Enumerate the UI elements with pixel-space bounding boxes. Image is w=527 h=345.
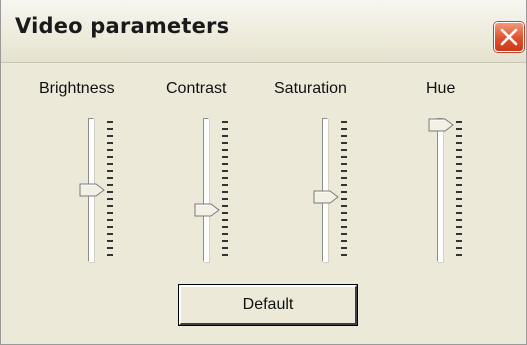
slider-thumb[interactable] (428, 118, 454, 132)
brightness-slider[interactable] (77, 116, 125, 264)
contrast-label: Contrast (166, 80, 227, 97)
hue-label: Hue (426, 80, 456, 97)
contrast-slider[interactable] (192, 116, 240, 264)
brightness-label: Brightness (39, 80, 115, 97)
default-button[interactable]: Default (179, 285, 357, 325)
close-button[interactable] (494, 22, 524, 52)
slider-track[interactable] (437, 118, 443, 262)
hue-slider[interactable] (426, 116, 474, 264)
slider-ticks (222, 121, 228, 261)
slider-thumb[interactable] (79, 183, 105, 197)
slider-ticks (456, 121, 462, 261)
slider-ticks (341, 121, 347, 261)
video-parameters-window: Video parameters Brightness Contrast Sat… (0, 0, 527, 345)
close-x-icon (500, 28, 518, 46)
slider-thumb[interactable] (313, 190, 339, 204)
saturation-label: Saturation (274, 80, 347, 97)
slider-track[interactable] (203, 118, 209, 262)
slider-ticks (107, 121, 113, 261)
window-title: Video parameters (15, 14, 230, 38)
saturation-slider[interactable] (311, 116, 359, 264)
slider-thumb[interactable] (194, 203, 220, 217)
title-bar[interactable]: Video parameters (1, 0, 526, 63)
